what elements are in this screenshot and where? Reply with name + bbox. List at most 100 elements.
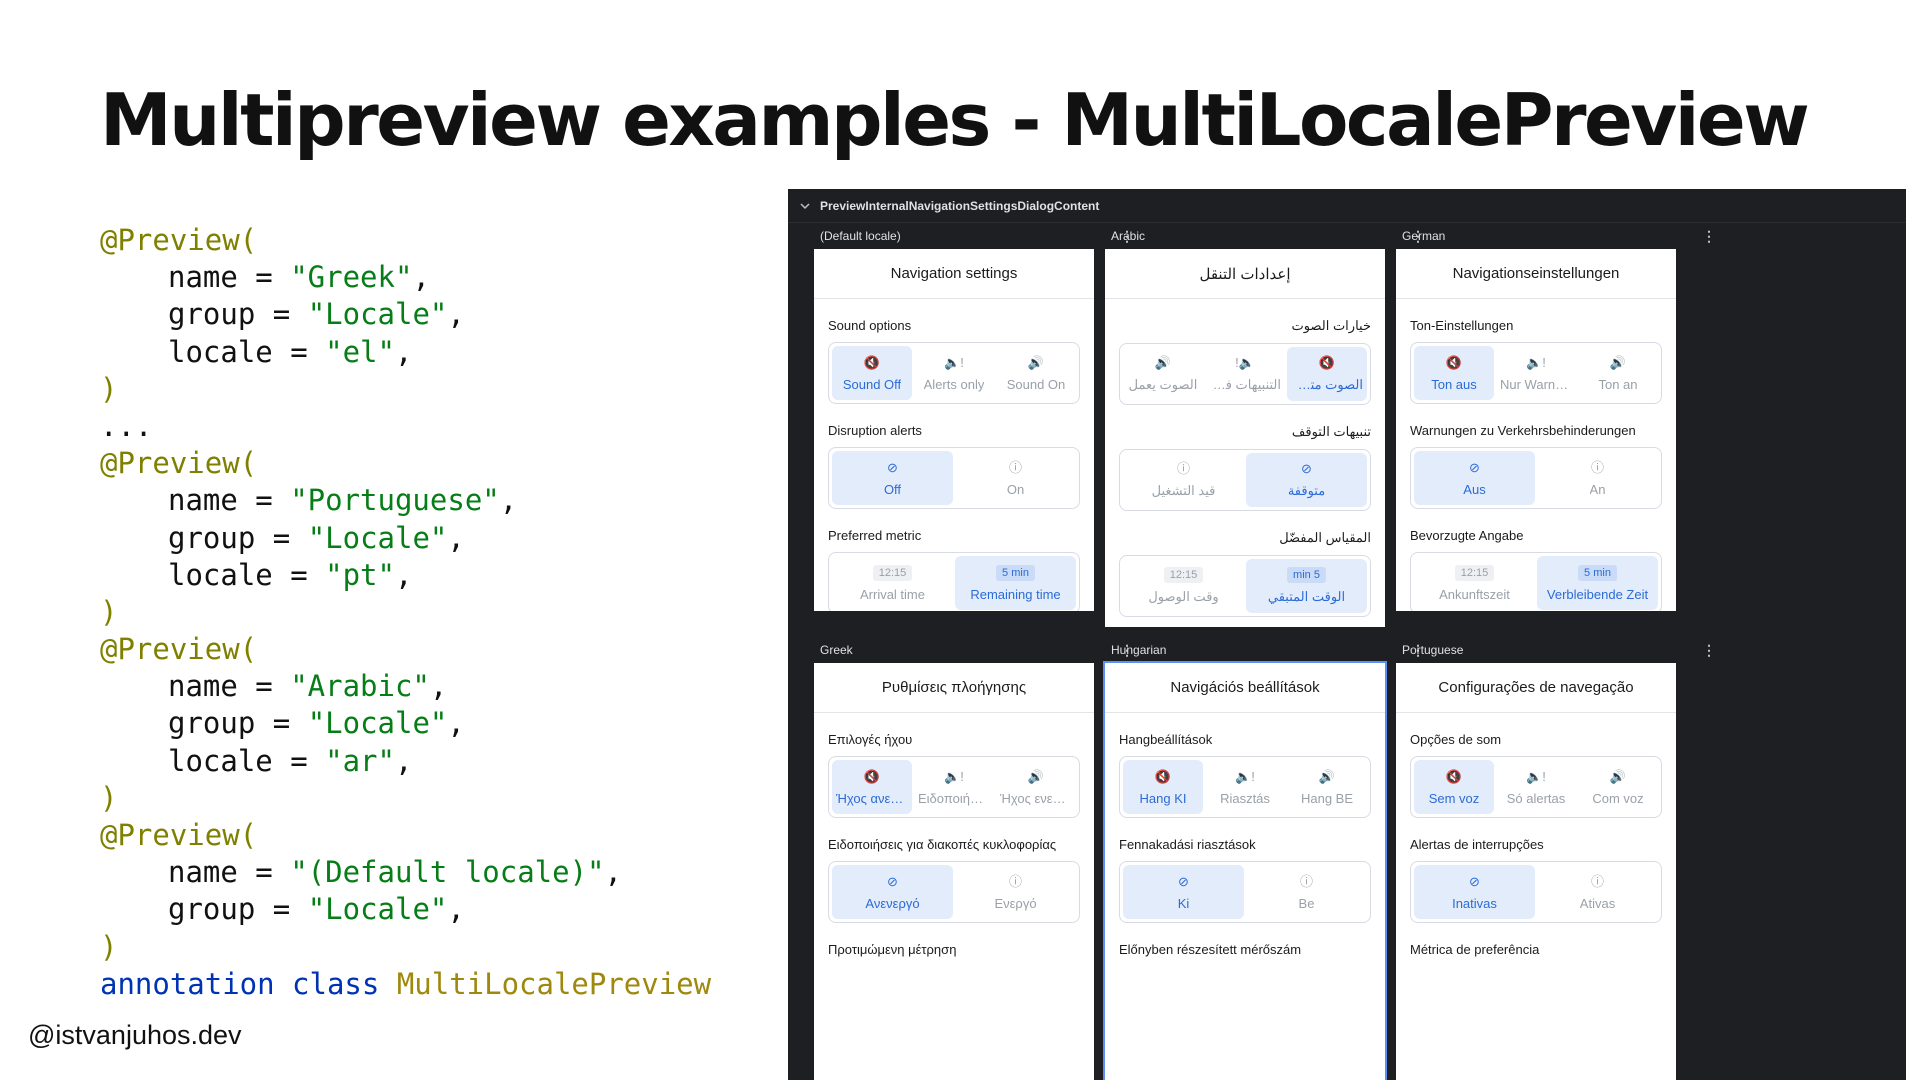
sound-option[interactable]: 🔊 Hang BE: [1287, 760, 1367, 814]
code-block: @Preview( name = "Greek", group = "Locale"…: [100, 222, 711, 1003]
section-label: Sound options: [828, 318, 912, 333]
option-label: Só alertas: [1506, 790, 1566, 806]
sound-segmented-control: 🔇 Hang KI 🔈! Riasztás 🔊 Hang BE: [1119, 756, 1371, 818]
preview-group-header[interactable]: PreviewInternalNavigationSettingsDialogC…: [788, 189, 1906, 223]
section-label: Επιλογές ήχου: [828, 732, 913, 747]
metric-option[interactable]: 12:15 وقت الوصول: [1123, 559, 1244, 613]
code-token: ,: [412, 260, 430, 295]
disruption-option[interactable]: ⓘ On: [955, 451, 1076, 505]
code-line: locale = "el",: [100, 334, 711, 371]
sound-on-icon: 🔊: [1027, 354, 1045, 370]
sound-segmented-control: 🔇 الصوت متوقف 🔈! التنبيهات فقط 🔊 الصوت يعمل: [1119, 343, 1371, 405]
disruption-option[interactable]: ⊘ Off: [832, 451, 953, 505]
section-label: Fennakadási riasztások: [1119, 837, 1256, 852]
sound-option[interactable]: 🔇 الصوت متوقف: [1287, 347, 1367, 401]
sound-option[interactable]: 🔇 Sound Off: [832, 346, 912, 400]
metric-section: Métrica de preferência: [1396, 923, 1676, 966]
shield-info-icon: ⓘ: [1590, 459, 1604, 475]
code-line: group = "Locale",: [100, 520, 711, 557]
code-token: ,: [447, 892, 465, 927]
section-label: Ton-Einstellungen: [1410, 318, 1514, 333]
code-line: @Preview(: [100, 445, 711, 482]
section-label: Hangbeállítások: [1119, 732, 1213, 747]
sound-option[interactable]: 🔊 الصوت يعمل: [1123, 347, 1203, 401]
disruption-option[interactable]: ⊘ Ki: [1123, 865, 1244, 919]
metric-segmented-control: min 5 الوقت المتبقي 12:15 وقت الوصول: [1119, 555, 1371, 617]
sound-off-icon: 🔇: [1445, 354, 1463, 370]
metric-segmented-control: 12:15 Arrival time 5 min Remaining time: [828, 552, 1080, 611]
code-token: @Preview(: [100, 818, 258, 852]
shield-off-icon: ⊘: [1469, 873, 1480, 889]
chevron-down-icon[interactable]: [800, 201, 810, 211]
sound-option[interactable]: 🔊 Ήχος ενεργ...: [996, 760, 1076, 814]
code-line: name = "Greek",: [100, 259, 711, 296]
code-token: ...: [100, 408, 153, 443]
disruption-option[interactable]: ⊘ Aus: [1414, 451, 1535, 505]
sound-section: Sound options 🔇 Sound Off 🔈! Alerts only 🔊 Sou…: [814, 299, 1094, 404]
sound-option[interactable]: 🔈! Ειδοποιήσε...: [914, 760, 994, 814]
alert-sound-icon: 🔈!: [1235, 355, 1255, 370]
metric-option[interactable]: 5 min Remaining time: [955, 556, 1076, 610]
sound-option[interactable]: 🔈! Alerts only: [914, 346, 994, 400]
sound-option[interactable]: 🔇 Hang KI: [1123, 760, 1203, 814]
option-label: Com voz: [1592, 790, 1644, 806]
code-token: "Locale": [307, 706, 448, 741]
code-line: @Preview(: [100, 631, 711, 668]
disruption-option[interactable]: ⓘ An: [1537, 451, 1658, 505]
sound-on-icon: 🔊: [1318, 768, 1336, 784]
code-token: "Portuguese": [290, 483, 500, 518]
sound-option[interactable]: 🔈! Riasztás: [1205, 760, 1285, 814]
preview-name: Greek: [820, 643, 853, 657]
disruption-section: تنبيهات التوقف ⊘ متوقفة ⓘ قيد التشغيل: [1105, 405, 1385, 511]
section-label: تنبيهات التوقف: [1291, 424, 1371, 439]
disruption-option[interactable]: ⊘ متوقفة: [1246, 453, 1367, 507]
more-options-icon[interactable]: ⋮: [1702, 642, 1716, 659]
sound-section: Opções de som 🔇 Sem voz 🔈! Só alertas 🔊 Com vo…: [1396, 713, 1676, 818]
sound-option[interactable]: 🔇 Sem voz: [1414, 760, 1494, 814]
metric-option[interactable]: 12:15 Arrival time: [832, 556, 953, 610]
disruption-segmented-control: ⊘ Inativas ⓘ Ativas: [1410, 861, 1662, 923]
option-label: Sound On: [1006, 376, 1066, 392]
settings-dialog: Navigation settings Sound options 🔇 Sound O…: [814, 249, 1094, 611]
disruption-option[interactable]: ⓘ Ενεργό: [955, 865, 1076, 919]
sound-option[interactable]: 🔊 Com voz: [1578, 760, 1658, 814]
sound-section: Hangbeállítások 🔇 Hang KI 🔈! Riasztás 🔊 Hang B…: [1105, 713, 1385, 818]
disruption-section: Alertas de interrupções ⊘ Inativas ⓘ Ativas: [1396, 818, 1676, 923]
sound-option[interactable]: 🔈! Nur Warnun...: [1496, 346, 1576, 400]
disruption-option[interactable]: ⊘ Ανενεργό: [832, 865, 953, 919]
disruption-option[interactable]: ⊘ Inativas: [1414, 865, 1535, 919]
sound-off-icon: 🔇: [1445, 768, 1463, 784]
disruption-option[interactable]: ⓘ Ativas: [1537, 865, 1658, 919]
disruption-option[interactable]: ⓘ قيد التشغيل: [1123, 453, 1244, 507]
sound-option[interactable]: 🔈! التنبيهات فقط: [1205, 347, 1285, 401]
sound-option[interactable]: 🔊 Ton an: [1578, 346, 1658, 400]
disruption-option[interactable]: ⓘ Be: [1246, 865, 1367, 919]
sound-option[interactable]: 🔇 Ton aus: [1414, 346, 1494, 400]
metric-option[interactable]: 5 min Verbleibende Zeit: [1537, 556, 1658, 610]
sound-on-icon: 🔊: [1609, 354, 1627, 370]
option-label: Ανενεργό: [865, 895, 920, 911]
sound-option[interactable]: 🔊 Sound On: [996, 346, 1076, 400]
sound-segmented-control: 🔇 Sem voz 🔈! Só alertas 🔊 Com voz: [1410, 756, 1662, 818]
code-line: ): [100, 929, 711, 966]
sound-option[interactable]: 🔈! Só alertas: [1496, 760, 1576, 814]
metric-section: Προτιμώμενη μέτρηση: [814, 923, 1094, 966]
option-label: الصوت متوقف: [1291, 377, 1363, 392]
metric-option[interactable]: min 5 الوقت المتبقي: [1246, 559, 1367, 613]
sound-on-icon: 🔊: [1154, 355, 1172, 370]
disruption-section: Disruption alerts ⊘ Off ⓘ On: [814, 404, 1094, 509]
code-token: ,: [394, 334, 413, 369]
section-label: Preferred metric: [828, 528, 922, 543]
code-line: locale = "ar",: [100, 743, 711, 780]
section-label: Opções de som: [1410, 732, 1502, 747]
more-options-icon[interactable]: ⋮: [1702, 228, 1716, 245]
sound-option[interactable]: 🔇 Ήχος ανενε...: [832, 760, 912, 814]
metric-option[interactable]: 12:15 Ankunftszeit: [1414, 556, 1535, 610]
code-token: ): [100, 594, 118, 629]
option-label: Verbleibende Zeit: [1546, 586, 1649, 602]
code-token: name =: [168, 260, 291, 295]
alert-sound-icon: 🔈!: [1235, 768, 1255, 784]
auto-navigation-row: التنقل التلقائيبدء التنقل بعد التوصيل: [1105, 617, 1385, 627]
option-label: Ativas: [1579, 895, 1616, 911]
code-token: ,: [447, 706, 465, 741]
